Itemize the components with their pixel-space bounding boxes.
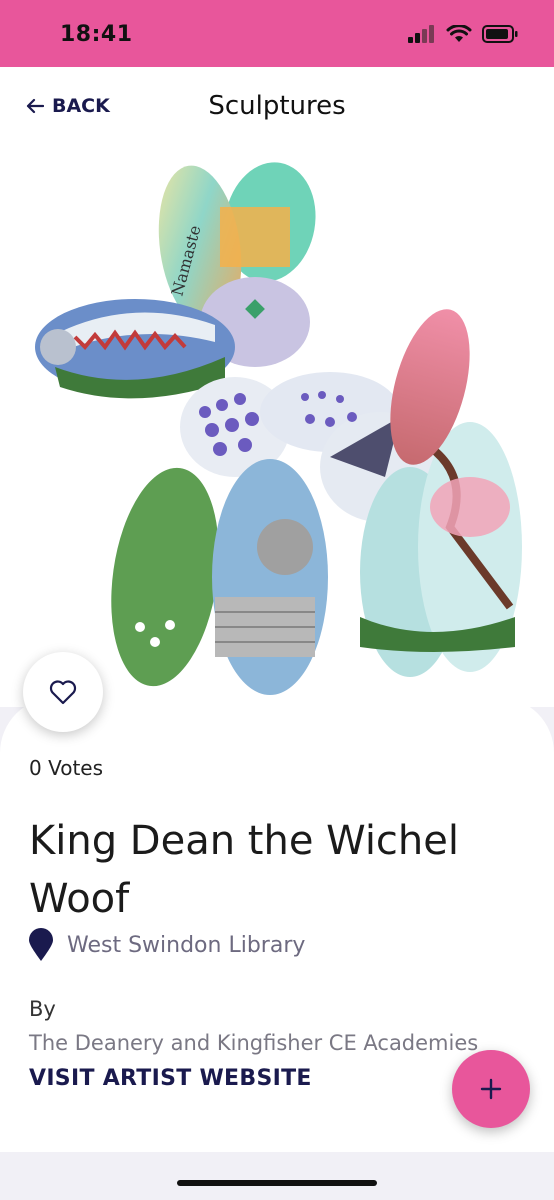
signal-icon	[408, 25, 434, 43]
visit-artist-website-link[interactable]: VISIT ARTIST WEBSITE	[29, 1066, 312, 1091]
map-pin-icon	[29, 928, 53, 961]
artist-name: The Deanery and Kingfisher CE Academies	[29, 1031, 479, 1055]
page-title: Sculptures	[208, 91, 346, 121]
status-bar: 18:41	[0, 0, 554, 67]
status-icons	[408, 25, 518, 43]
like-button[interactable]	[23, 652, 103, 732]
add-button[interactable]	[452, 1050, 530, 1128]
status-time: 18:41	[60, 22, 133, 47]
location-label: West Swindon Library	[67, 932, 306, 958]
sculpture-image: Namaste	[0, 147, 554, 707]
vote-count: 0 Votes	[29, 756, 104, 780]
nav-bar: BACK Sculptures	[0, 67, 554, 147]
battery-icon	[482, 25, 518, 43]
balloon-dog-illustration: Namaste	[35, 162, 522, 695]
heart-icon	[49, 680, 77, 705]
sculpture-title: King Dean the Wichel Woof	[29, 818, 459, 922]
wifi-icon	[446, 25, 472, 42]
plus-icon	[480, 1078, 502, 1100]
home-indicator[interactable]	[177, 1180, 377, 1186]
sculpture-location: West Swindon Library	[29, 928, 305, 962]
by-label: By	[29, 997, 56, 1021]
